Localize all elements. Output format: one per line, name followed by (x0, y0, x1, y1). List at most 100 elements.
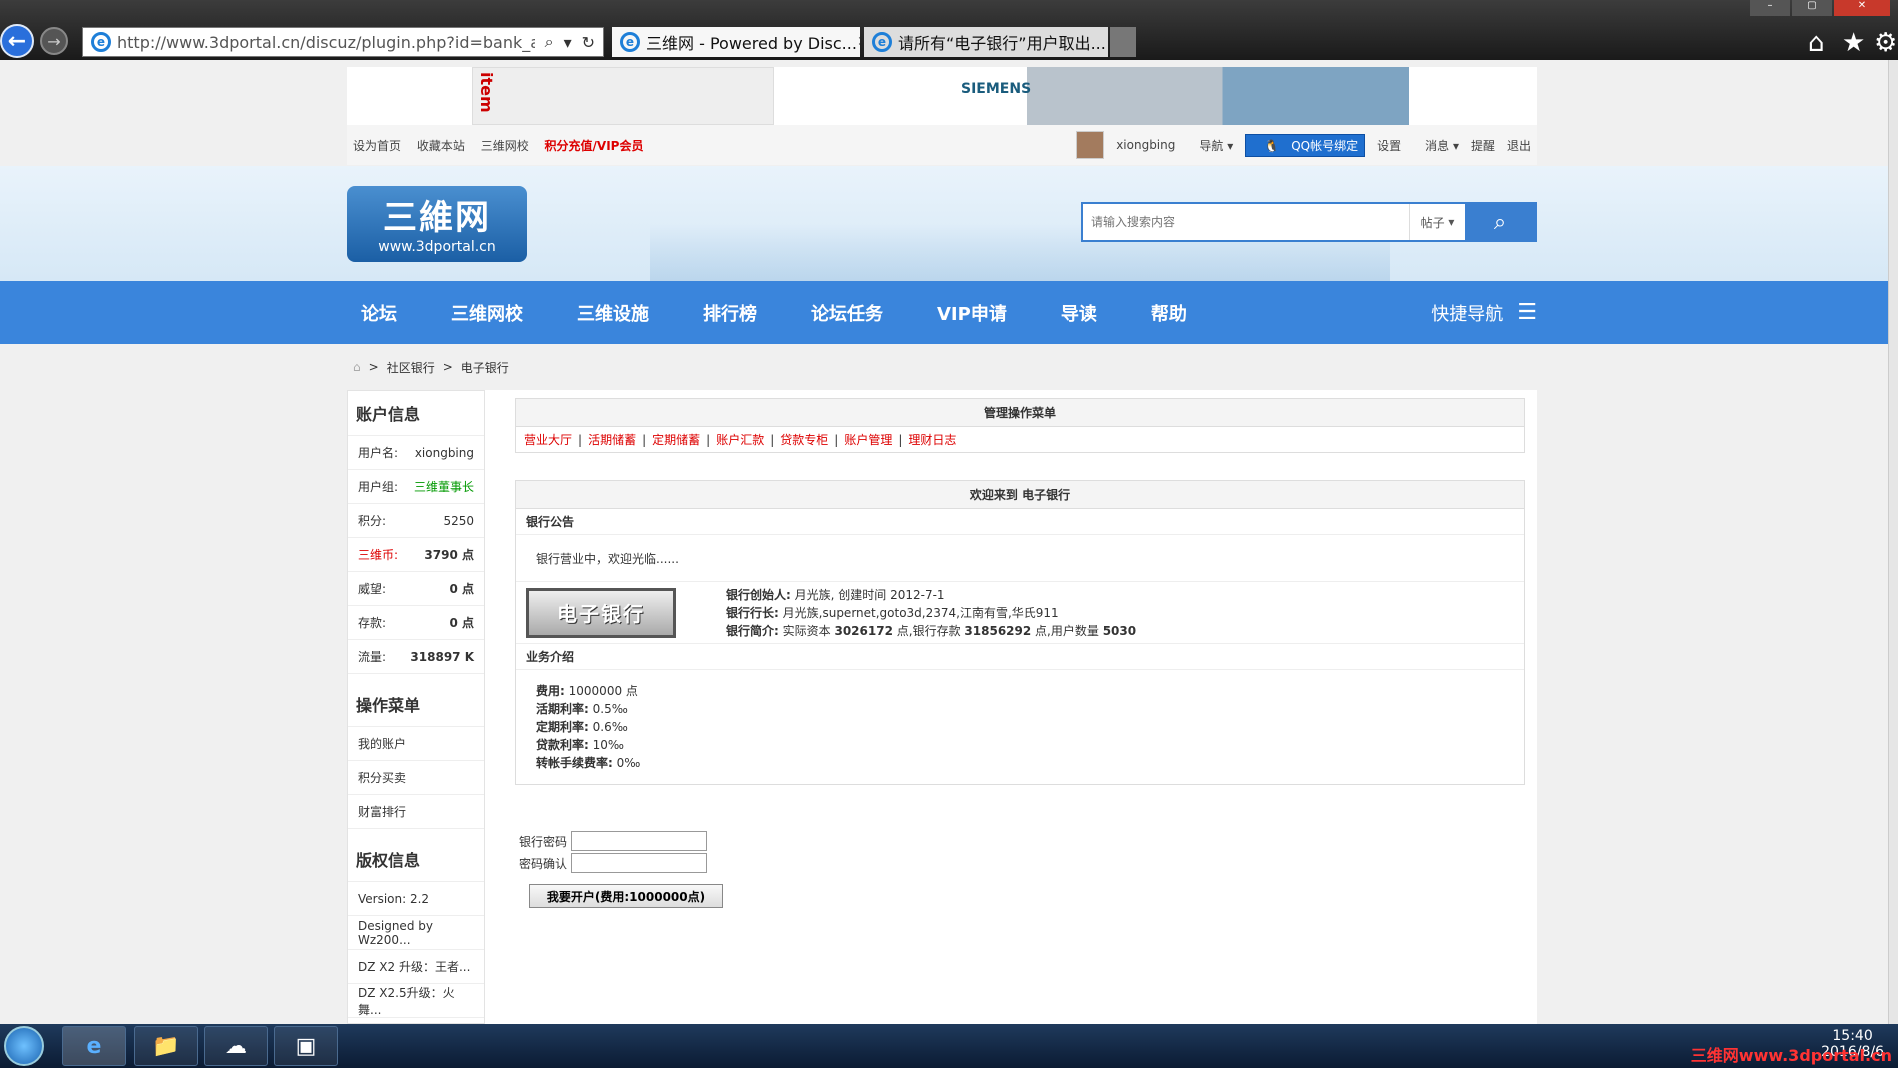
breadcrumb-bank[interactable]: 社区银行 (387, 359, 435, 376)
taskbar-ie[interactable]: e (62, 1026, 126, 1066)
search-button[interactable]: ⌕ (1465, 204, 1535, 240)
info-row-username: 用户名: xiongbing (348, 436, 484, 470)
current-rate-value: 0.5‰ (592, 702, 628, 716)
search-type-select[interactable]: 帖子 ▾ (1409, 204, 1465, 240)
business-details: 费用: 1000000 点 活期利率: 0.5‰ 定期利率: 0.6‰ 贷款利率… (516, 670, 1524, 784)
ad-banner: item SIEMENS (347, 67, 1537, 125)
header (0, 166, 1888, 281)
founder-value: 月光族, 创建时间 2012-7-1 (794, 587, 945, 602)
intro-label: 银行简介: (726, 623, 779, 638)
back-button[interactable]: ← (0, 24, 34, 58)
quick-nav-label: 快捷导航 (1431, 303, 1504, 325)
ie-icon: e (91, 32, 111, 52)
nav-school[interactable]: 三维网校 (437, 300, 537, 326)
address-bar[interactable]: e http://www.3dportal.cn/discuz/plugin.p… (82, 27, 604, 57)
tab-active[interactable]: e 三维网 - Powered by Disc... ✕ (612, 27, 860, 57)
ad-siemens[interactable]: SIEMENS (943, 67, 1409, 125)
close-window-button[interactable]: ✕ (1834, 0, 1890, 16)
notice-title: 银行公告 (516, 509, 1524, 535)
menu-finance-log[interactable]: 理财日志 (908, 431, 956, 448)
menu-sep: | (834, 432, 839, 447)
nav-vip[interactable]: VIP申请 (923, 300, 1021, 326)
taskbar-app[interactable]: ☁ (204, 1026, 268, 1066)
menu-account-manage[interactable]: 账户管理 (844, 431, 892, 448)
ad-item[interactable]: item (472, 67, 774, 125)
ad-item-logo: item (477, 72, 496, 113)
home-icon[interactable]: ⌂ (1808, 28, 1825, 58)
bank-password-input[interactable] (571, 831, 707, 851)
my-account-link[interactable]: 我的账户 (348, 727, 484, 761)
nav-facilities[interactable]: 三维设施 (563, 300, 663, 326)
row-label: 用户名: (358, 446, 399, 460)
welcome-panel: 欢迎来到 电子银行 银行公告 银行营业中，欢迎光临...... 电子银行 银行创… (515, 480, 1525, 785)
menu-fixed-savings[interactable]: 定期储蓄 (652, 431, 700, 448)
forward-button[interactable]: → (40, 27, 68, 55)
dropdown-icon[interactable]: ▾ (564, 33, 572, 52)
remind-link[interactable]: 提醒 (1471, 137, 1495, 154)
start-button[interactable] (4, 1026, 44, 1066)
row-value: 318897 K (410, 649, 474, 664)
gear-icon[interactable]: ⚙ (1874, 28, 1897, 58)
ie-icon: e (620, 32, 640, 52)
tab-second[interactable]: e 请所有“电子银行”用户取出... (864, 27, 1108, 57)
intro-text: 实际资本 (782, 623, 831, 638)
quick-nav[interactable]: 快捷导航 ☰ (1431, 300, 1537, 326)
intro-text: 点,用户数量 (1035, 623, 1099, 638)
school-link[interactable]: 三维网校 (481, 139, 529, 153)
username-link[interactable]: xiongbing (1116, 138, 1175, 152)
site-logo[interactable]: 三維网 www.3dportal.cn (347, 186, 527, 262)
info-row-deposit: 存款: 0 点 (348, 606, 484, 640)
qq-bind-button[interactable]: 🐧 QQ帐号绑定 (1245, 133, 1366, 157)
nav-tasks[interactable]: 论坛任务 (797, 300, 897, 326)
qq-icon: 🐧 (1264, 138, 1280, 153)
refresh-icon[interactable]: ↻ (582, 33, 595, 52)
intro-text: 点,银行存款 (896, 623, 961, 638)
search-icon[interactable]: ⌕ (545, 32, 554, 52)
wealth-ranking-link[interactable]: 财富排行 (348, 795, 484, 829)
founder-label: 银行创始人: (726, 587, 791, 602)
logout-link[interactable]: 退出 (1507, 137, 1531, 154)
favorites-star-icon[interactable]: ★ (1842, 28, 1865, 58)
menu-loans[interactable]: 贷款专柜 (780, 431, 828, 448)
nav-dropdown[interactable]: 导航 ▾ (1187, 137, 1233, 154)
avatar[interactable] (1076, 131, 1105, 159)
bookmark-link[interactable]: 收藏本站 (417, 139, 465, 153)
settings-link[interactable]: 设置 (1377, 137, 1401, 154)
taskbar-explorer[interactable]: 📁 (134, 1026, 198, 1066)
sidebar: 账户信息 用户名: xiongbing 用户组: 三维董事长 积分: 5250 三维币… (347, 390, 485, 1024)
menu-hall[interactable]: 营业大厅 (524, 431, 572, 448)
bank-info: 电子银行 银行创始人: 月光族, 创建时间 2012-7-1 银行行长: 月光族… (516, 582, 1524, 644)
logo-title: 三維网 (383, 198, 491, 238)
confirm-password-input[interactable] (571, 853, 707, 873)
home-icon[interactable]: ⌂ (353, 360, 361, 374)
nav-help[interactable]: 帮助 (1137, 300, 1201, 326)
ad-siemens-logo: SIEMENS (961, 81, 1032, 97)
transfer-fee-value: 0‰ (616, 756, 641, 770)
recharge-link[interactable]: 积分充值/VIP会员 (545, 139, 644, 153)
browser-chrome: ← → e http://www.3dportal.cn/discuz/plug… (0, 0, 1898, 60)
messages-dropdown[interactable]: 消息 ▾ (1413, 137, 1459, 154)
notice-text: 银行营业中，欢迎光临...... (516, 535, 1524, 582)
page-scrollbar[interactable] (1888, 60, 1898, 1024)
close-tab-icon[interactable]: ✕ (857, 34, 860, 50)
open-account-button[interactable]: 我要开户(费用:1000000点) (529, 884, 723, 908)
maximize-button[interactable]: ▢ (1792, 0, 1832, 16)
set-homepage-link[interactable]: 设为首页 (353, 139, 401, 153)
row-label: 流量: (358, 650, 387, 664)
taskbar-image[interactable]: ▣ (274, 1026, 338, 1066)
tab-title: 请所有“电子银行”用户取出... (898, 34, 1106, 53)
search-input[interactable] (1083, 204, 1409, 240)
row-label: 存款: (358, 616, 387, 630)
new-tab-button[interactable] (1110, 27, 1136, 57)
nav-forum[interactable]: 论坛 (347, 300, 411, 326)
search-icon: ⌕ (1493, 209, 1507, 235)
row-value: 三维董事长 (413, 480, 474, 494)
minimize-button[interactable]: – (1750, 0, 1790, 16)
nav-guide[interactable]: 导读 (1047, 300, 1111, 326)
nav-ranking[interactable]: 排行榜 (689, 300, 771, 326)
bank-badge: 电子银行 (526, 587, 676, 638)
menu-transfer[interactable]: 账户汇款 (716, 431, 764, 448)
points-trade-link[interactable]: 积分买卖 (348, 761, 484, 795)
menu-sep: | (706, 432, 711, 447)
menu-current-savings[interactable]: 活期储蓄 (588, 431, 636, 448)
